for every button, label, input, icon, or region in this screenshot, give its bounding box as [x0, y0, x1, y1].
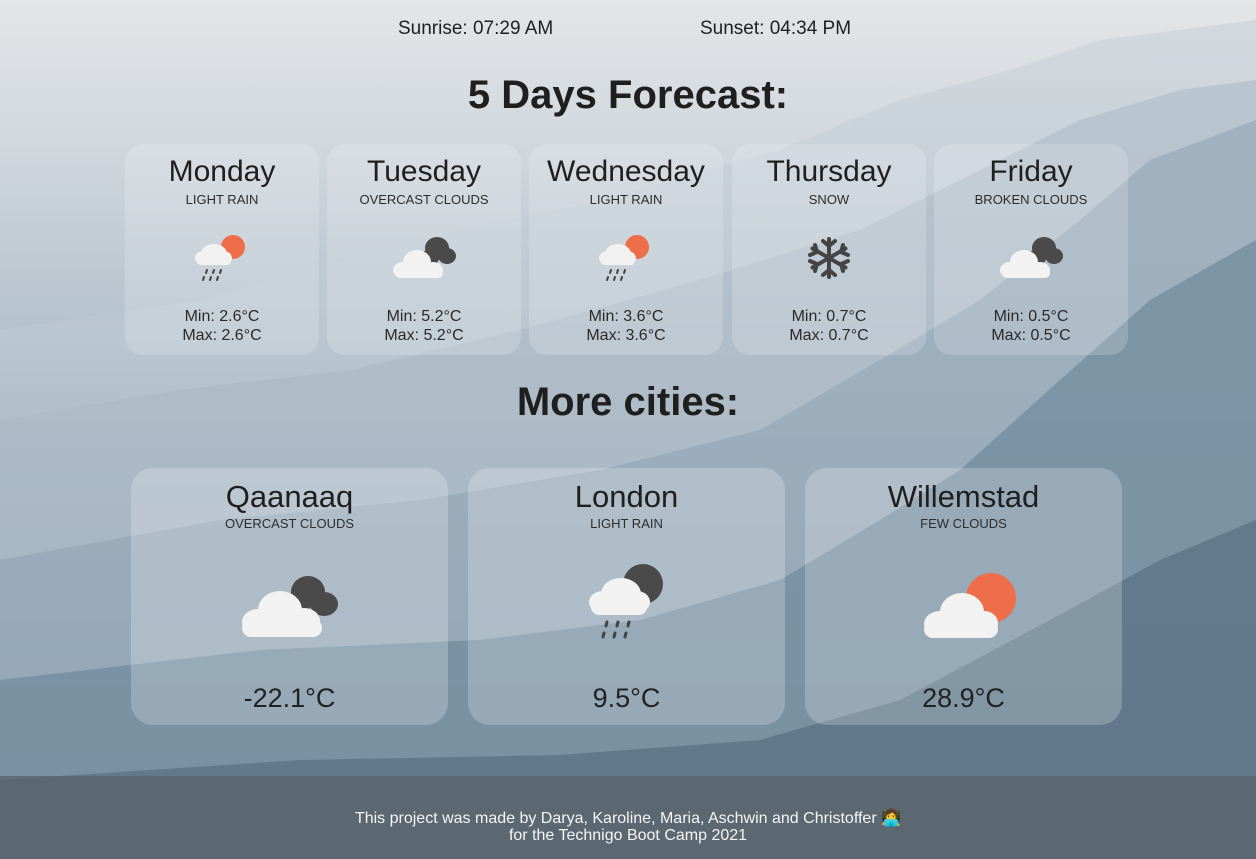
city-temperature: 28.9°C	[922, 683, 1005, 713]
light-rain-icon	[599, 235, 649, 281]
forecast-card-friday: Friday BROKEN CLOUDS Min: 0.5°C Max: 0.5…	[934, 144, 1128, 355]
day-min-temp: Min: 0.5°C	[993, 308, 1069, 325]
city-card-qaanaaq: Qaanaaq OVERCAST CLOUDS -22.1°C	[131, 468, 448, 725]
sunrise-text: Sunrise: 07:29 AM	[398, 18, 554, 39]
day-description: BROKEN CLOUDS	[974, 192, 1088, 207]
city-temperature: -22.1°C	[243, 683, 336, 713]
day-max-temp: Max: 0.7°C	[789, 327, 869, 344]
few-clouds-icon	[924, 573, 1016, 638]
day-name: Friday	[989, 155, 1073, 188]
day-min-temp: Min: 0.7°C	[791, 308, 867, 325]
day-name: Thursday	[766, 155, 892, 188]
day-description: SNOW	[808, 192, 850, 207]
technologist-emoji-icon: 👩‍💻	[881, 810, 902, 827]
day-description: LIGHT RAIN	[589, 192, 663, 207]
day-name: Monday	[168, 155, 276, 188]
overcast-clouds-icon	[393, 237, 456, 278]
forecast-card-monday: Monday LIGHT RAIN Min: 2.6°C Max: 2.6°C	[125, 144, 319, 355]
day-max-temp: Max: 5.2°C	[384, 327, 464, 344]
city-name: Qaanaaq	[225, 479, 354, 514]
city-description: FEW CLOUDS	[920, 516, 1007, 531]
day-description: OVERCAST CLOUDS	[359, 192, 489, 207]
light-rain-icon	[195, 235, 245, 281]
overcast-clouds-icon	[242, 576, 338, 637]
city-temperature: 9.5°C	[592, 683, 661, 713]
city-name: Willemstad	[887, 479, 1040, 514]
rain-cloud-icon	[589, 564, 663, 639]
background-mountain-image	[0, 0, 1256, 859]
day-max-temp: Max: 0.5°C	[991, 327, 1071, 344]
forecast-card-thursday: Thursday SNOW Min: 0.7°C Max: 0.7°C	[732, 144, 926, 355]
city-name: London	[574, 479, 679, 514]
footer-credits: This project was made by Darya, Karoline…	[0, 808, 1256, 828]
forecast-heading: 5 Days Forecast:	[467, 73, 789, 117]
city-description: LIGHT RAIN	[590, 516, 663, 531]
day-max-temp: Max: 2.6°C	[182, 327, 262, 344]
footer-bootcamp-text: for the Technigo Boot Camp 2021	[508, 827, 748, 844]
more-cities-heading: More cities:	[516, 380, 740, 424]
snowflake-icon	[808, 237, 850, 279]
day-min-temp: Min: 2.6°C	[184, 308, 260, 325]
city-description: OVERCAST CLOUDS	[224, 516, 355, 531]
sun-times: Sunrise: 07:29 AM Sunset: 04:34 PM	[0, 18, 1256, 44]
city-card-london: London LIGHT RAIN 9.5°C	[468, 468, 785, 725]
footer-credits-text: This project was made by Darya, Karoline…	[354, 810, 877, 827]
forecast-card-tuesday: Tuesday OVERCAST CLOUDS Min: 5.2°C Max: …	[327, 144, 521, 355]
day-description: LIGHT RAIN	[185, 192, 259, 207]
forecast-card-wednesday: Wednesday LIGHT RAIN Min: 3.6°C Max: 3.6…	[529, 144, 723, 355]
day-min-temp: Min: 3.6°C	[588, 308, 664, 325]
day-max-temp: Max: 3.6°C	[586, 327, 666, 344]
city-card-willemstad: Willemstad FEW CLOUDS 28.9°C	[805, 468, 1122, 725]
day-name: Tuesday	[367, 155, 481, 188]
day-name: Wednesday	[547, 155, 705, 188]
sunset-text: Sunset: 04:34 PM	[700, 18, 852, 39]
footer: This project was made by Darya, Karoline…	[0, 776, 1256, 859]
day-min-temp: Min: 5.2°C	[386, 308, 462, 325]
broken-clouds-icon	[1000, 237, 1063, 278]
